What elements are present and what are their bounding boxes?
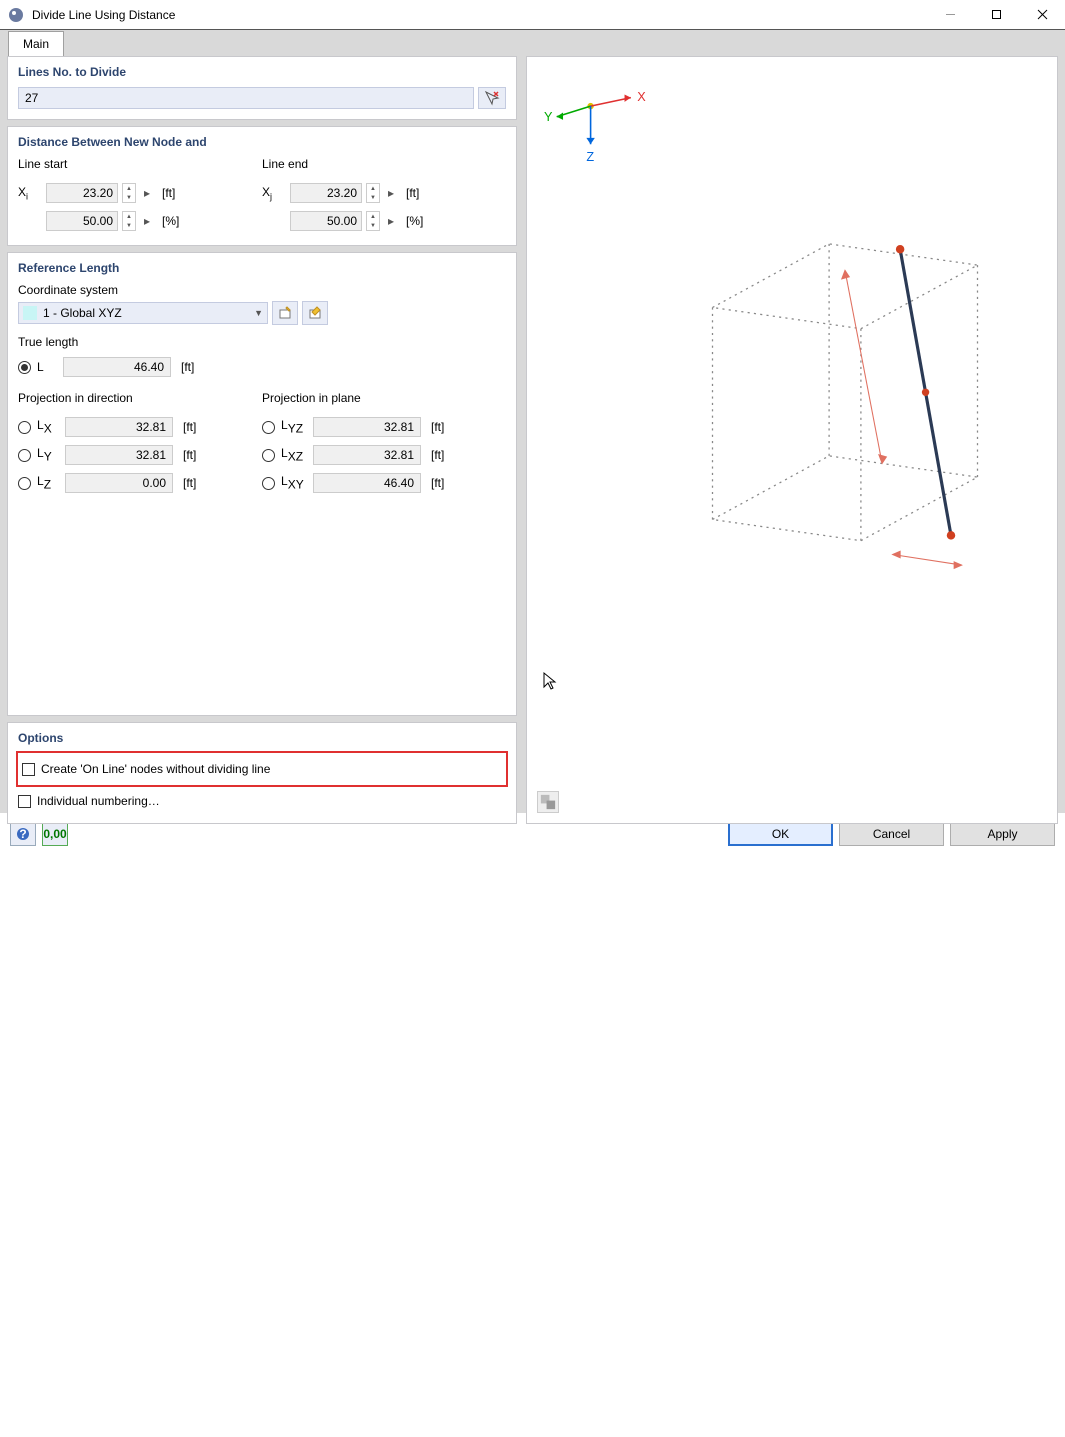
label-proj-plane: Projection in plane — [262, 391, 506, 405]
panel-reference: Reference Length Coordinate system 1 - G… — [7, 252, 517, 716]
input-xj-pct[interactable] — [290, 211, 362, 231]
label-xj: Xj — [262, 185, 286, 201]
help-button[interactable]: ? — [10, 822, 36, 846]
menu-xj-ft[interactable]: ▸ — [384, 183, 398, 203]
unit-ft-2: [ft] — [406, 186, 419, 200]
spinner-xj-ft[interactable]: ▲▼ — [366, 183, 380, 203]
menu-xi-ft[interactable]: ▸ — [140, 183, 154, 203]
close-button[interactable] — [1019, 0, 1065, 30]
heading-options: Options — [18, 731, 506, 745]
heading-lines: Lines No. to Divide — [18, 65, 506, 79]
coord-swatch-icon — [23, 306, 37, 320]
coord-system-combo[interactable]: 1 - Global XYZ ▼ — [18, 302, 268, 324]
unit-pct-1: [%] — [162, 214, 179, 228]
label-xi: Xi — [18, 185, 42, 201]
checkbox-create-on-line[interactable] — [22, 763, 35, 776]
radio-Lx[interactable] — [18, 421, 31, 434]
value-Ly — [65, 445, 173, 465]
heading-reference: Reference Length — [18, 261, 506, 275]
radio-Ly[interactable] — [18, 449, 31, 462]
lines-input[interactable] — [18, 87, 474, 109]
units-button[interactable]: 0,00 — [42, 822, 68, 846]
tab-main[interactable]: Main — [8, 31, 64, 56]
spinner-xi-pct[interactable]: ▲▼ — [122, 211, 136, 231]
label-create-on-line: Create 'On Line' nodes without dividing … — [41, 762, 270, 776]
edit-coord-button[interactable] — [302, 301, 328, 325]
chevron-down-icon: ▼ — [254, 308, 263, 318]
value-Lz — [65, 473, 173, 493]
value-Lxz — [313, 445, 421, 465]
minimize-button[interactable] — [927, 0, 973, 30]
radio-Lz[interactable] — [18, 477, 31, 490]
value-Lxy — [313, 473, 421, 493]
titlebar: Divide Line Using Distance — [0, 0, 1065, 30]
axis-y-label: Y — [544, 109, 553, 124]
radio-Lyz[interactable] — [262, 421, 275, 434]
svg-text:?: ? — [19, 827, 26, 841]
menu-xi-pct[interactable]: ▸ — [140, 211, 154, 231]
window-title: Divide Line Using Distance — [32, 8, 927, 22]
panel-distance: Distance Between New Node and Line start… — [7, 126, 517, 246]
label-individual-numbering: Individual numbering… — [37, 794, 160, 808]
input-xi-pct[interactable] — [46, 211, 118, 231]
value-L — [63, 357, 171, 377]
heading-distance: Distance Between New Node and — [18, 135, 506, 149]
label-line-end: Line end — [262, 157, 506, 171]
new-coord-button[interactable] — [272, 301, 298, 325]
checkbox-individual-numbering[interactable] — [18, 795, 31, 808]
spinner-xj-pct[interactable]: ▲▼ — [366, 211, 380, 231]
highlight-create-on-line: Create 'On Line' nodes without dividing … — [16, 751, 508, 787]
input-xi-ft[interactable] — [46, 183, 118, 203]
cursor-icon — [542, 671, 1065, 1437]
input-xj-ft[interactable] — [290, 183, 362, 203]
unit-pct-2: [%] — [406, 214, 423, 228]
label-true-length: True length — [18, 335, 506, 349]
radio-Lxy[interactable] — [262, 477, 275, 490]
preview-3d[interactable]: X Y Z — [526, 56, 1058, 824]
label-L: L — [37, 360, 57, 374]
axis-x-label: X — [637, 89, 646, 104]
spinner-xi-ft[interactable]: ▲▼ — [122, 183, 136, 203]
label-line-start: Line start — [18, 157, 262, 171]
coord-system-value: 1 - Global XYZ — [43, 306, 254, 320]
radio-L[interactable] — [18, 361, 31, 374]
axis-z-label: Z — [586, 149, 594, 164]
radio-Lxz[interactable] — [262, 449, 275, 462]
unit-ft-1: [ft] — [162, 186, 175, 200]
label-proj-dir: Projection in direction — [18, 391, 262, 405]
panel-options: Options Create 'On Line' nodes without d… — [7, 722, 517, 824]
label-coord-system: Coordinate system — [18, 283, 506, 297]
panel-lines: Lines No. to Divide — [7, 56, 517, 120]
pick-lines-button[interactable] — [478, 87, 506, 109]
maximize-button[interactable] — [973, 0, 1019, 30]
value-Lyz — [313, 417, 421, 437]
menu-xj-pct[interactable]: ▸ — [384, 211, 398, 231]
app-icon — [8, 7, 24, 23]
value-Lx — [65, 417, 173, 437]
